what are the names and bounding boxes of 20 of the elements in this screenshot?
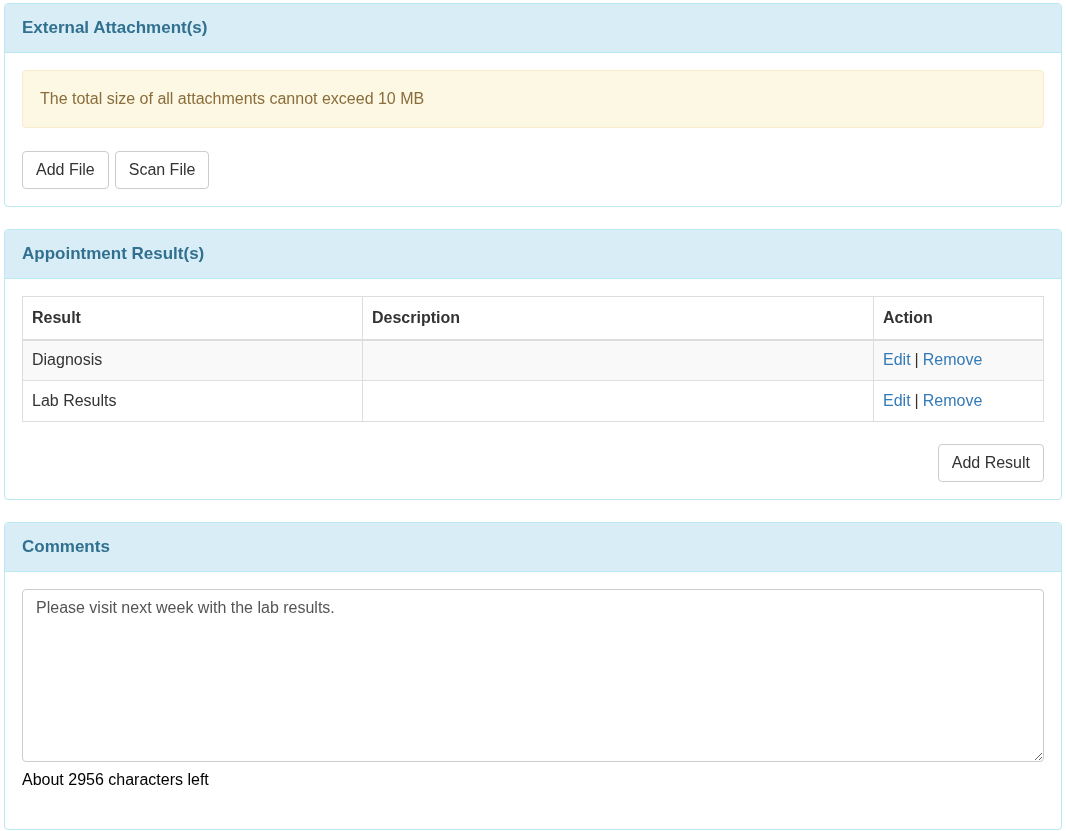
add-result-button[interactable]: Add Result [937,444,1044,482]
panel-title: Comments [22,536,110,559]
panel-title: External Attachment(s) [22,17,208,40]
table-cell: Diagnosis [22,339,363,381]
column-header: Action [873,296,1044,340]
panel-title: Appointment Result(s) [22,243,205,266]
comment-field[interactable]: Please visit next week with the lab results. [22,589,1044,762]
action-link[interactable]: Edit [883,389,911,413]
warning-alert: The total size of all attachments cannot exceed 10 MB [22,70,1044,128]
file-button[interactable]: Add File [22,151,109,189]
column-header: Description [362,296,874,340]
action-link[interactable]: Remove [922,348,983,373]
link-separator: | [914,391,919,411]
table-cell: Lab Results [22,380,363,422]
characters-left-text: About 2956 characters left [22,770,210,790]
file-button[interactable]: Scan File [114,151,210,189]
action-link[interactable]: Edit [883,348,911,373]
action-link[interactable]: Remove [922,389,983,413]
column-header: Result [22,296,363,340]
link-separator: | [914,350,919,371]
